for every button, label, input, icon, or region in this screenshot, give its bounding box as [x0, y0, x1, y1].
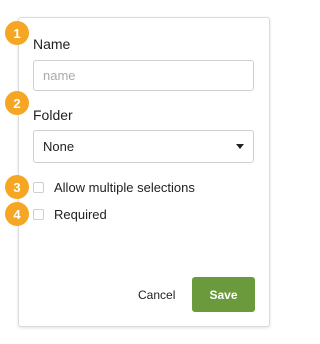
required-row[interactable]: Required: [33, 207, 107, 222]
name-input[interactable]: [33, 60, 254, 91]
required-label: Required: [54, 207, 107, 222]
folder-select[interactable]: None: [33, 130, 254, 163]
step-badge-2: 2: [5, 91, 29, 115]
step-badge-4: 4: [5, 202, 29, 226]
required-checkbox[interactable]: [33, 209, 44, 220]
step-badge-3: 3: [5, 175, 29, 199]
folder-label: Folder: [33, 107, 73, 123]
allow-multiple-checkbox[interactable]: [33, 182, 44, 193]
step-badge-1: 1: [5, 21, 29, 45]
folder-select-value: None: [43, 139, 75, 154]
allow-multiple-label: Allow multiple selections: [54, 180, 195, 195]
save-button[interactable]: Save: [192, 277, 255, 312]
allow-multiple-row[interactable]: Allow multiple selections: [33, 180, 195, 195]
name-label: Name: [33, 36, 71, 52]
cancel-button[interactable]: Cancel: [138, 288, 175, 302]
caret-down-icon: [236, 144, 244, 149]
